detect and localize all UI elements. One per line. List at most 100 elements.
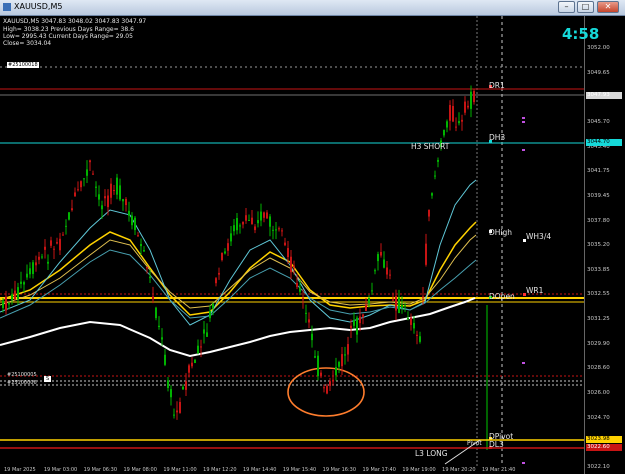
candle-body: [113, 189, 115, 191]
candle-body: [464, 101, 466, 113]
candle-body: [305, 312, 307, 314]
candle-body: [77, 189, 79, 191]
candle-body: [230, 233, 232, 242]
time-tick-label: 19 Mar 03:00: [43, 467, 78, 473]
candle-body: [2, 300, 4, 309]
object-tag-bottom-2[interactable]: #25100006: [7, 380, 37, 386]
price-tick-label: 3031.25: [587, 316, 610, 323]
time-tick-label: 19 Mar 11:00: [163, 467, 197, 473]
candle-body: [386, 267, 388, 275]
dl3-price-label: 3022.60: [586, 444, 622, 451]
bar-countdown-timer: 4:58: [562, 25, 600, 43]
candle-body: [68, 212, 70, 220]
candle-body: [308, 319, 310, 323]
candle-body: [158, 325, 160, 328]
candle-body: [470, 91, 472, 109]
candle-body: [350, 325, 352, 329]
candle-body: [140, 244, 142, 247]
time-tick-label: 19 Mar 17:40: [362, 467, 396, 473]
candle-body: [176, 410, 178, 413]
candle-body: [20, 281, 22, 284]
candle-body: [134, 217, 136, 231]
candle-body: [389, 274, 391, 276]
price-tick-label: 3026.00: [587, 390, 610, 397]
close-button[interactable]: ✕: [597, 1, 619, 13]
candle-body: [86, 169, 88, 176]
wh34-label: WH3/4: [526, 232, 552, 241]
candle-body: [23, 282, 25, 285]
candlestick-chart[interactable]: [0, 16, 625, 474]
candle-body: [8, 302, 10, 305]
candle-body: [218, 272, 220, 275]
candle-body: [17, 287, 19, 300]
candle-body: [56, 242, 58, 244]
candle-body: [287, 248, 289, 258]
candle-body: [29, 268, 31, 275]
purple-marker-3: [522, 149, 525, 151]
candle-body: [377, 254, 379, 262]
minimize-button[interactable]: –: [558, 1, 575, 13]
info-line-high: High= 3038.23 Previous Days Range= 38.6: [3, 26, 134, 33]
candle-body: [410, 317, 412, 325]
candle-body: [269, 216, 271, 227]
candle-body: [260, 211, 262, 221]
info-line-low: Low= 2995.43 Current Days Range= 29.05: [3, 33, 133, 40]
candle-body: [80, 181, 82, 188]
candle-body: [437, 159, 439, 162]
candle-body: [407, 318, 409, 320]
candle-body: [221, 253, 223, 261]
dr1-label: DR1: [489, 81, 505, 90]
candle-body: [338, 362, 340, 367]
candle-body: [302, 298, 304, 300]
candles-group: [2, 85, 475, 420]
object-tag-bottom-1[interactable]: #25100005: [7, 372, 37, 378]
candle-body: [212, 303, 214, 309]
price-tick-label: 3035.20: [587, 242, 610, 249]
candle-body: [119, 185, 121, 200]
candle-body: [194, 359, 196, 364]
candle-body: [263, 212, 265, 218]
candle-body: [311, 333, 313, 341]
candle-body: [245, 215, 247, 221]
candle-body: [38, 256, 40, 260]
h3-short-label: H3 SHORT: [411, 142, 450, 151]
candle-body: [401, 304, 403, 309]
candle-body: [32, 262, 34, 274]
symbol-quote-line: XAUUSD,M5 3047.83 3048.02 3047.83 3047.9…: [3, 18, 147, 25]
price-tick-label: 3022.10: [587, 464, 610, 470]
candle-body: [179, 402, 181, 413]
candle-body: [146, 267, 148, 269]
candle-body: [251, 217, 253, 225]
candle-body: [446, 121, 448, 128]
price-chart-area[interactable]: [0, 16, 625, 474]
candle-body: [11, 294, 13, 300]
purple-marker-4: [522, 362, 525, 364]
candle-body: [356, 317, 358, 335]
candle-body: [203, 329, 205, 334]
candle-body: [173, 414, 175, 416]
time-tick-label: 19 Mar 16:30: [322, 467, 357, 473]
candle-body: [395, 296, 397, 311]
candle-body: [284, 242, 286, 246]
candle-body: [341, 354, 343, 367]
object-tag-box[interactable]: S: [44, 376, 52, 382]
candle-body: [335, 366, 337, 376]
price-tick-label: 3052.00: [587, 45, 610, 51]
candle-body: [161, 337, 163, 340]
candle-body: [95, 186, 97, 188]
candle-body: [266, 212, 268, 219]
candle-body: [110, 183, 112, 198]
metatrader-chart-icon: [3, 3, 11, 11]
time-tick-label: 19 Mar 08:00: [123, 467, 157, 473]
candle-body: [233, 225, 235, 232]
time-tick-label: 19 Mar 20:20: [442, 467, 476, 473]
price-tick-label: 3033.85: [587, 266, 610, 273]
candle-body: [65, 225, 67, 227]
dopen-label: DOpen: [489, 292, 515, 301]
candle-body: [392, 299, 394, 301]
object-tag-top[interactable]: #25100018: [7, 62, 39, 68]
candle-body: [74, 192, 76, 197]
candle-body: [365, 304, 367, 312]
price-tick-label: 3045.70: [587, 118, 610, 125]
maximize-button[interactable]: □: [577, 1, 594, 13]
